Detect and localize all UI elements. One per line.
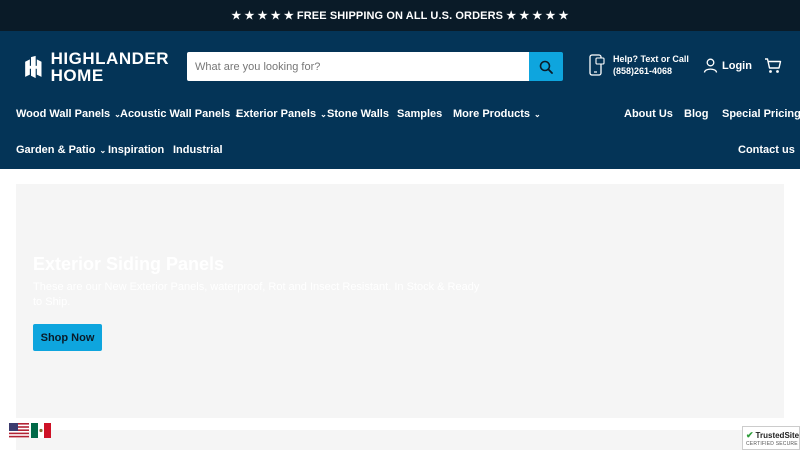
help-text: Help? Text or Call (858)261-4068 <box>613 53 689 77</box>
nav-label: Exterior Panels <box>236 108 317 120</box>
nav-label: Blog <box>684 108 709 120</box>
cart-icon <box>765 58 782 73</box>
search-bar <box>187 52 563 81</box>
logo-line2: HOME <box>50 66 104 85</box>
nav-more-products[interactable]: More Products ⌄ <box>453 108 541 120</box>
trustedsite-badge[interactable]: ✔ TrustedSite CERTIFIED SECURE <box>742 426 800 450</box>
language-switcher <box>9 423 53 438</box>
nav-label: About Us <box>624 108 673 120</box>
phone-chat-icon <box>589 54 605 76</box>
trusted-title-text: TrustedSite <box>755 430 800 440</box>
announcement-text: ★ ★ ★ ★ ★ FREE SHIPPING ON ALL U.S. ORDE… <box>231 10 569 22</box>
nav-inspiration[interactable]: Inspiration <box>108 144 164 156</box>
nav-acoustic-wall-panels[interactable]: Acoustic Wall Panels ⌄ <box>120 108 241 120</box>
logo-text: HIGHLANDER HOME <box>51 50 169 84</box>
nav-samples[interactable]: Samples <box>397 108 442 120</box>
nav-about-us[interactable]: About Us <box>624 108 673 120</box>
login-link[interactable]: Login <box>703 58 752 73</box>
search-icon <box>539 60 553 74</box>
logo[interactable]: HIGHLANDER HOME <box>24 47 169 87</box>
nav-special-pricing[interactable]: Special Pricing <box>722 108 800 120</box>
nav-label: Garden & Patio <box>16 144 96 156</box>
chevron-down-icon: ⌄ <box>99 145 107 155</box>
help-contact[interactable]: Help? Text or Call (858)261-4068 <box>589 53 689 77</box>
nav-label: Wood Wall Panels <box>16 108 111 120</box>
nav-industrial[interactable]: Industrial <box>173 144 223 156</box>
next-section-edge <box>16 430 784 450</box>
nav-label: Acoustic Wall Panels <box>120 108 231 120</box>
hero-title: Exterior Siding Panels <box>33 254 225 274</box>
nav-label: Special Pricing <box>722 108 800 120</box>
search-button[interactable] <box>529 52 563 81</box>
trusted-subtitle: CERTIFIED SECURE <box>746 440 798 447</box>
nav-wood-wall-panels[interactable]: Wood Wall Panels ⌄ <box>16 108 121 120</box>
nav-exterior-panels[interactable]: Exterior Panels ⌄ <box>236 108 327 120</box>
user-icon <box>703 58 718 73</box>
nav-contact-us[interactable]: Contact us <box>738 144 795 156</box>
shop-now-button[interactable]: Shop Now <box>33 324 102 351</box>
help-line1: Help? Text or Call <box>613 54 689 64</box>
chevron-down-icon: ⌄ <box>534 109 541 119</box>
site-header: HIGHLANDER HOME Help? Text or Call (858)… <box>0 31 800 169</box>
search-input[interactable] <box>187 52 529 81</box>
logo-mark-icon <box>25 55 42 79</box>
nav-blog[interactable]: Blog <box>684 108 708 120</box>
nav-label: Samples <box>397 108 443 120</box>
announcement-bar: ★ ★ ★ ★ ★ FREE SHIPPING ON ALL U.S. ORDE… <box>0 0 800 31</box>
nav-label: Contact us <box>738 144 795 156</box>
nav-garden-patio[interactable]: Garden & Patio ⌄ <box>16 144 106 156</box>
logo-line1: HIGHLANDER <box>50 49 169 68</box>
help-phone: (858)261-4068 <box>613 66 673 76</box>
mexico-flag-icon[interactable] <box>31 423 51 438</box>
cart-button[interactable] <box>764 57 782 79</box>
checkmark-icon: ✔ <box>746 429 754 440</box>
us-flag-icon[interactable] <box>9 423 29 438</box>
hero-subtitle: These are our New Exterior Panels, water… <box>33 281 480 308</box>
chevron-down-icon: ⌄ <box>320 109 327 119</box>
hero-banner: Exterior Siding Panels These are our New… <box>16 184 784 418</box>
nav-label: More Products <box>453 108 531 120</box>
nav-label: Stone Walls <box>327 108 389 120</box>
nav-label: Industrial <box>173 144 223 156</box>
nav-label: Inspiration <box>108 144 165 156</box>
trusted-title: ✔ TrustedSite <box>746 430 799 441</box>
login-label: Login <box>722 59 752 72</box>
nav-stone-walls[interactable]: Stone Walls <box>327 108 389 120</box>
